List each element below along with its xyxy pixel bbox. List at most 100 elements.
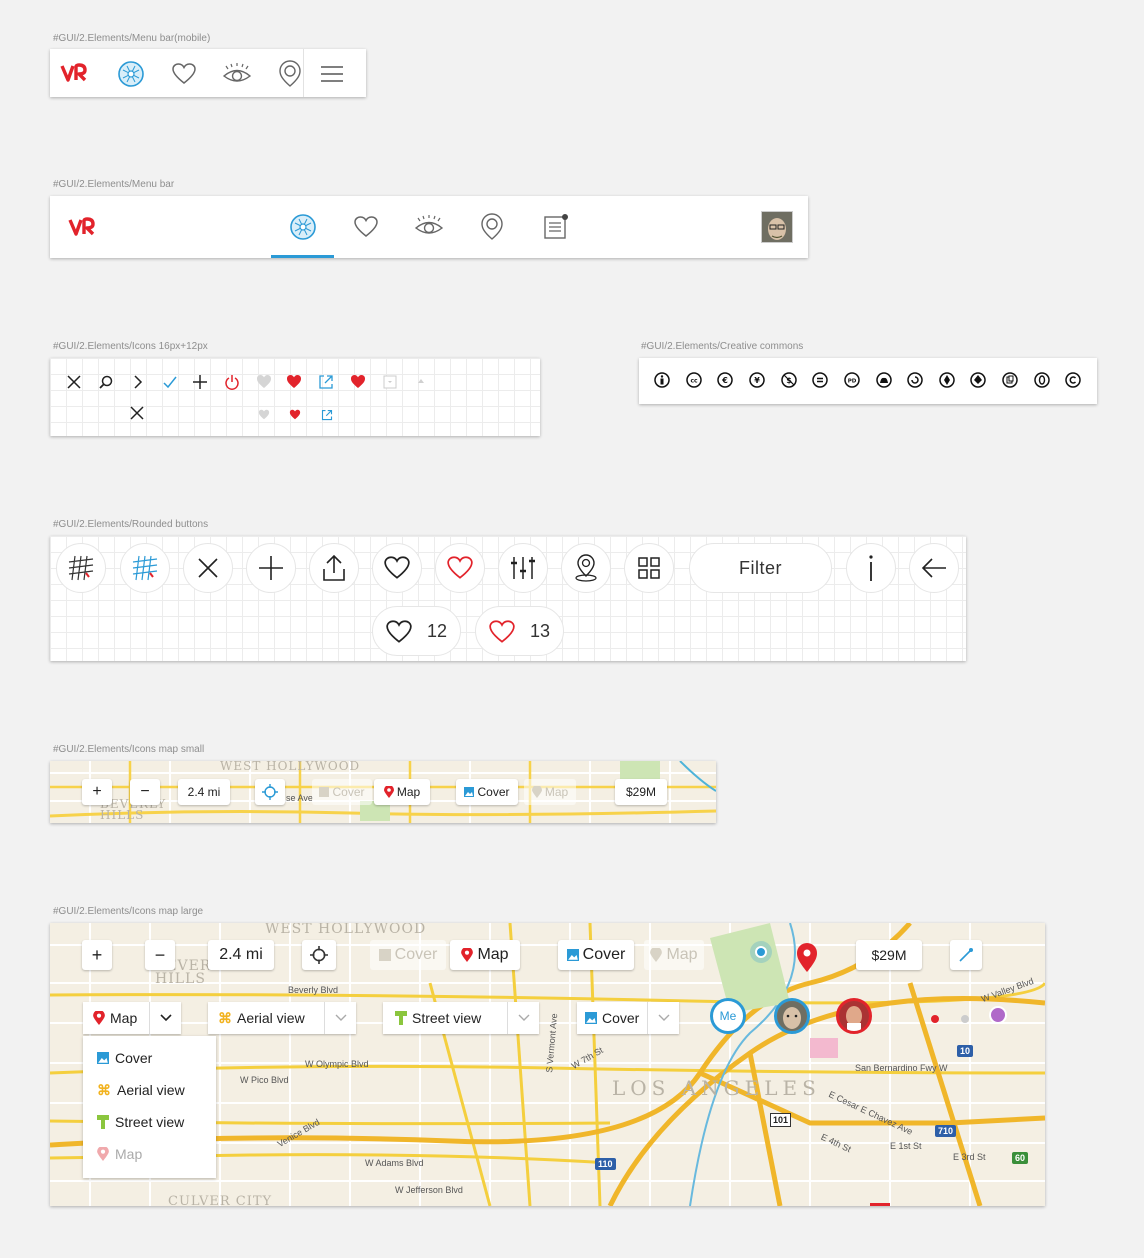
cc-public-domain-icon: PD bbox=[844, 372, 860, 388]
eye-icon[interactable] bbox=[414, 213, 444, 239]
like-count-button[interactable]: 12 bbox=[372, 606, 461, 656]
creative-commons-panel: cc € ¥ $ PD bbox=[639, 358, 1097, 404]
location-icon[interactable] bbox=[480, 213, 504, 241]
hamburger-menu-icon[interactable] bbox=[320, 65, 344, 83]
settings-sliders-button[interactable] bbox=[498, 543, 548, 593]
cover-ghost-chip[interactable]: Cover bbox=[370, 940, 446, 970]
purple-marker[interactable] bbox=[989, 1006, 1007, 1024]
street-select-label: Street view bbox=[412, 1010, 482, 1026]
locate-button[interactable] bbox=[255, 779, 285, 805]
cover-chip[interactable]: Cover bbox=[558, 940, 634, 970]
avatar[interactable] bbox=[761, 211, 793, 243]
small-red-marker[interactable] bbox=[931, 1015, 939, 1023]
heart-icon[interactable] bbox=[353, 215, 379, 239]
zoom-in-button[interactable]: + bbox=[82, 940, 112, 970]
add-button[interactable] bbox=[246, 543, 296, 593]
price-badge[interactable]: $29M bbox=[615, 779, 667, 805]
location-dot[interactable] bbox=[755, 946, 767, 958]
zoom-out-button[interactable]: − bbox=[145, 940, 175, 970]
aerial-view-select[interactable]: ⌘ Aerial view bbox=[208, 1002, 356, 1034]
info-button[interactable] bbox=[846, 543, 896, 593]
chevron-down-icon[interactable] bbox=[647, 1002, 679, 1034]
agent-avatar-marker[interactable] bbox=[836, 998, 872, 1034]
filter-button[interactable]: Filter bbox=[689, 543, 832, 593]
divider bbox=[303, 49, 304, 97]
cc-sampling-icon bbox=[876, 372, 892, 388]
explore-icon[interactable] bbox=[289, 213, 317, 241]
map-chip[interactable]: Map bbox=[450, 940, 520, 970]
dropdown-item-cover[interactable]: Cover bbox=[83, 1042, 216, 1074]
share-button[interactable] bbox=[309, 543, 359, 593]
grid-pattern-blue-icon[interactable] bbox=[120, 543, 170, 593]
heart-grey-icon[interactable] bbox=[256, 374, 272, 389]
dropdown-box-icon[interactable] bbox=[383, 375, 397, 389]
heart-grey-small-icon[interactable] bbox=[258, 409, 270, 420]
chevron-right-icon[interactable] bbox=[130, 374, 146, 390]
locate-button[interactable] bbox=[302, 940, 336, 970]
cover-select[interactable]: Cover bbox=[577, 1002, 679, 1034]
cc-share-icon bbox=[970, 372, 986, 388]
zoom-in-button[interactable]: + bbox=[82, 779, 112, 805]
heart-icon bbox=[385, 619, 413, 645]
power-icon[interactable] bbox=[224, 374, 240, 390]
heart-red-icon[interactable] bbox=[286, 374, 302, 389]
heart-icon[interactable] bbox=[171, 62, 197, 86]
chevron-down-icon[interactable] bbox=[149, 1002, 181, 1034]
cc-zero-icon bbox=[1034, 372, 1050, 388]
small-grey-marker[interactable] bbox=[961, 1015, 969, 1023]
user-avatar-marker[interactable] bbox=[774, 998, 810, 1034]
grid-view-button[interactable] bbox=[624, 543, 674, 593]
zoom-out-button[interactable]: − bbox=[130, 779, 160, 805]
grid-pattern-icon[interactable] bbox=[56, 543, 106, 593]
heart-red-icon[interactable] bbox=[350, 374, 366, 389]
edit-pen-button[interactable] bbox=[950, 940, 982, 970]
map-ghost-chip[interactable]: Map bbox=[644, 940, 704, 970]
cover-chip[interactable]: Cover bbox=[456, 779, 518, 805]
dropdown-item-label: Map bbox=[115, 1146, 143, 1162]
map-type-select[interactable]: Map bbox=[83, 1002, 181, 1034]
plus-icon[interactable] bbox=[192, 374, 208, 390]
me-marker[interactable]: Me bbox=[710, 998, 746, 1034]
street-view-select[interactable]: Street view bbox=[383, 1002, 539, 1034]
section-label-menu-mobile: #GUI/2.Elements/Menu bar(mobile) bbox=[53, 33, 211, 44]
map-pin-icon bbox=[383, 786, 394, 798]
map-label-culver-city: CULVER CITY bbox=[168, 1194, 273, 1206]
dropdown-item-label: Aerial view bbox=[117, 1082, 185, 1098]
notes-icon[interactable] bbox=[543, 214, 569, 240]
svg-text:€: € bbox=[721, 376, 728, 385]
close-icon[interactable] bbox=[66, 374, 82, 390]
eye-icon[interactable] bbox=[222, 61, 252, 87]
vr-logo[interactable] bbox=[60, 62, 88, 84]
check-icon[interactable] bbox=[162, 374, 178, 390]
caret-up-icon[interactable] bbox=[416, 377, 426, 385]
map-ghost-chip[interactable]: Map bbox=[524, 779, 576, 805]
external-link-small-icon[interactable] bbox=[321, 409, 333, 421]
red-map-marker[interactable] bbox=[796, 942, 818, 972]
search-icon[interactable] bbox=[98, 374, 114, 390]
back-button[interactable] bbox=[909, 543, 959, 593]
heart-red-small-icon[interactable] bbox=[289, 409, 301, 420]
cc-noncommercial-icon: $ bbox=[781, 372, 797, 388]
map-pin-icon bbox=[531, 786, 542, 798]
map-pin-button[interactable] bbox=[561, 543, 611, 593]
cc-noncommercial-jp-icon: ¥ bbox=[749, 372, 765, 388]
dropdown-item-aerial[interactable]: ⌘ Aerial view bbox=[83, 1074, 216, 1106]
vr-logo[interactable] bbox=[68, 216, 96, 238]
dropdown-item-street[interactable]: Street view bbox=[83, 1106, 216, 1138]
liked-count-button[interactable]: 13 bbox=[475, 606, 564, 656]
external-link-icon[interactable] bbox=[318, 374, 334, 390]
dropdown-item-map[interactable]: Map bbox=[83, 1138, 216, 1170]
price-badge[interactable]: $29M bbox=[856, 940, 922, 970]
chevron-down-icon[interactable] bbox=[324, 1002, 356, 1034]
explore-icon[interactable] bbox=[117, 60, 145, 88]
cover-ghost-chip[interactable]: Cover bbox=[312, 779, 372, 805]
close-button[interactable] bbox=[183, 543, 233, 593]
location-icon[interactable] bbox=[278, 60, 302, 88]
close-icon[interactable] bbox=[130, 406, 144, 420]
chevron-down-icon[interactable] bbox=[507, 1002, 539, 1034]
street-view-icon bbox=[97, 1115, 109, 1129]
like-active-button[interactable] bbox=[435, 543, 485, 593]
like-button[interactable] bbox=[372, 543, 422, 593]
map-chip[interactable]: Map bbox=[374, 779, 430, 805]
image-icon bbox=[319, 787, 330, 797]
